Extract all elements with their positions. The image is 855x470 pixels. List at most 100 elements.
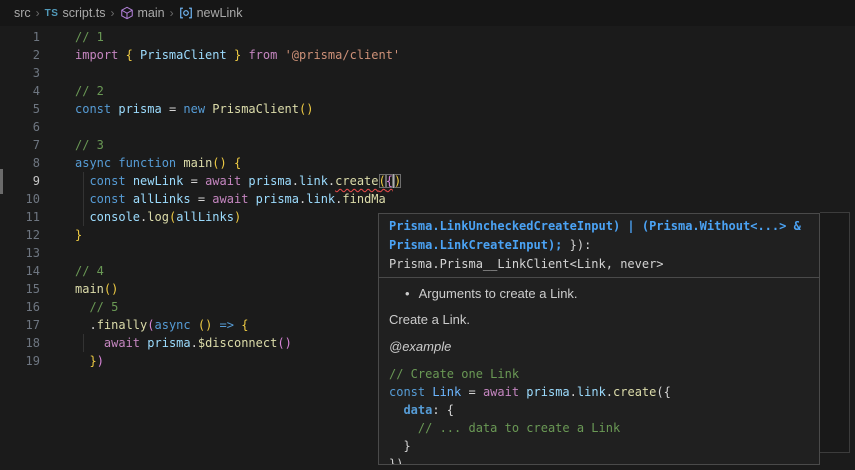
code-token: { — [234, 156, 241, 170]
line-number[interactable]: 17 — [0, 316, 40, 334]
breadcrumb-label: src — [14, 6, 31, 20]
code-text: // 1 — [75, 28, 104, 46]
code-token — [75, 318, 89, 332]
line-number[interactable]: 13 — [0, 244, 40, 262]
breadcrumb-separator: › — [170, 6, 174, 20]
code-text: async function main() { — [75, 154, 241, 172]
code-token: // 1 — [75, 30, 104, 44]
tooltip-bullet-text: Arguments to create a Link. — [419, 285, 578, 303]
code-text: const newLink = await prisma.link.create… — [75, 172, 401, 190]
line-number[interactable]: 8 — [0, 154, 40, 172]
code-token: } — [389, 439, 411, 453]
code-token: ) — [234, 210, 241, 224]
code-token: await — [483, 385, 526, 399]
line-number[interactable]: 1 — [0, 28, 40, 46]
code-token: . — [89, 318, 96, 332]
code-token — [212, 318, 219, 332]
code-token: prisma — [256, 192, 299, 206]
hover-tooltip[interactable]: Prisma.LinkUncheckedCreateInput) | (Pris… — [378, 213, 820, 465]
code-token: { — [386, 174, 393, 188]
code-text: import { PrismaClient } from '@prisma/cl… — [75, 46, 400, 64]
code-token: data — [403, 403, 432, 417]
line-number[interactable]: 7 — [0, 136, 40, 154]
code-text: // 5 — [75, 298, 118, 316]
code-token: const — [89, 174, 132, 188]
code-token: prisma — [147, 336, 190, 350]
code-token: prisma — [248, 174, 291, 188]
code-token: link — [306, 192, 335, 206]
code-token: Prisma.Prisma__LinkClient<Link, never> — [389, 257, 664, 271]
code-token — [75, 174, 89, 188]
code-token: () — [277, 336, 291, 350]
code-line[interactable]: 7// 3 — [0, 136, 855, 154]
line-number[interactable]: 14 — [0, 262, 40, 280]
code-line[interactable]: 1 // 1 — [0, 28, 855, 46]
tooltip-bullet-item: • Arguments to create a Link. — [405, 285, 809, 303]
code-token: } — [75, 228, 82, 242]
code-line[interactable]: 2 import { PrismaClient } from '@prisma/c… — [0, 46, 855, 64]
code-token: prisma — [118, 102, 169, 116]
line-number[interactable]: 2 — [0, 46, 40, 64]
signature-line: Prisma.LinkCreateInput); }): — [389, 236, 809, 255]
code-token: async — [75, 156, 118, 170]
code-token: await — [104, 336, 147, 350]
code-token — [75, 354, 89, 368]
code-token: . — [292, 174, 299, 188]
code-line[interactable]: 8 async function main() { — [0, 154, 855, 172]
line-number[interactable]: 4 — [0, 82, 40, 100]
breadcrumb-item-main[interactable]: main — [120, 6, 165, 20]
breadcrumb: src›TSscript.ts›main›newLink — [0, 0, 855, 26]
code-token: const — [75, 102, 118, 116]
code-token: { — [126, 48, 133, 62]
line-number[interactable]: 6 — [0, 118, 40, 136]
code-token: ( — [379, 174, 386, 188]
line-number[interactable]: 11 — [0, 208, 40, 226]
code-line[interactable]: 4// 2 — [0, 82, 855, 100]
code-token: () — [299, 102, 313, 116]
code-line[interactable]: 9 const newLink = await prisma.link.crea… — [0, 172, 855, 190]
line-number[interactable]: 5 — [0, 100, 40, 118]
breadcrumb-item-src[interactable]: src — [14, 6, 31, 20]
code-token: PrismaClient — [212, 102, 299, 116]
line-number[interactable]: 15 — [0, 280, 40, 298]
line-number[interactable]: 18 — [0, 334, 40, 352]
code-token: await — [212, 192, 255, 206]
line-number[interactable]: 16 — [0, 298, 40, 316]
code-token: ( — [147, 318, 154, 332]
namespace-cube-icon — [120, 6, 134, 20]
code-token: . — [606, 385, 613, 399]
code-token: finally — [97, 318, 148, 332]
code-token — [75, 336, 104, 350]
code-token: function — [118, 156, 183, 170]
breadcrumb-item-script-ts[interactable]: TSscript.ts — [45, 6, 106, 20]
example-code-line: } — [389, 437, 809, 455]
line-number[interactable]: 10 — [0, 190, 40, 208]
code-text: await prisma.$disconnect() — [75, 334, 292, 352]
breadcrumb-item-newlink[interactable]: newLink — [179, 6, 243, 20]
signature-line: Prisma.Prisma__LinkClient<Link, never> — [389, 255, 809, 274]
line-number[interactable]: 3 — [0, 64, 40, 82]
signature-line: Prisma.LinkUncheckedCreateInput) | (Pris… — [389, 217, 809, 236]
code-token: { — [241, 318, 248, 332]
code-token: const — [389, 385, 432, 399]
code-token: } — [89, 354, 96, 368]
code-line[interactable]: 6 — [0, 118, 855, 136]
code-line[interactable]: 5const prisma = new PrismaClient() — [0, 100, 855, 118]
code-text: main() — [75, 280, 118, 298]
breadcrumb-label: newLink — [197, 6, 243, 20]
editor-pane[interactable]: 1 // 1 2 import { PrismaClient } from '@pri… — [0, 26, 855, 470]
code-line[interactable]: 10 const allLinks = await prisma.link.fi… — [0, 190, 855, 208]
code-text: } — [75, 226, 82, 244]
code-token: => — [220, 318, 234, 332]
line-number[interactable]: 12 — [0, 226, 40, 244]
code-token: create — [335, 174, 378, 188]
line-number[interactable]: 9 — [0, 172, 40, 190]
line-number[interactable]: 19 — [0, 352, 40, 370]
code-token: . — [191, 336, 198, 350]
code-text: .finally(async () => { — [75, 316, 248, 334]
code-token: link — [577, 385, 606, 399]
code-line[interactable]: 3 — [0, 64, 855, 82]
code-token: () — [212, 156, 226, 170]
ts-file-icon: TS — [45, 8, 59, 19]
breadcrumb-label: script.ts — [62, 6, 105, 20]
